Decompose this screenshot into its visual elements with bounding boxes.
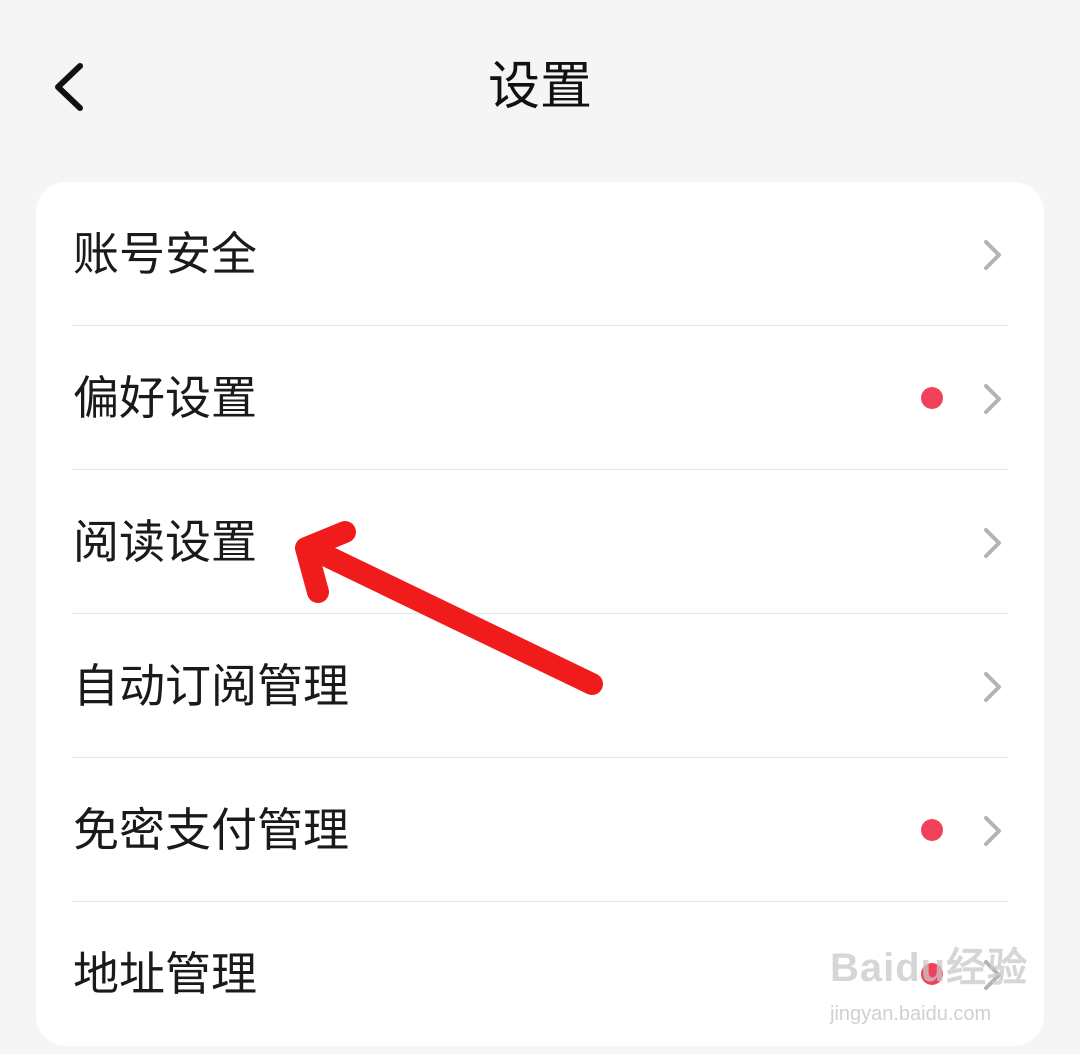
settings-item-label: 账号安全 <box>73 227 257 281</box>
settings-item-auto-subscribe[interactable]: 自动订阅管理 <box>36 614 1044 758</box>
chevron-right-icon <box>984 672 1001 702</box>
settings-item-label: 免密支付管理 <box>73 803 349 857</box>
settings-item-password-free-payment[interactable]: 免密支付管理 <box>36 758 1044 902</box>
chevron-right-icon <box>984 960 1001 990</box>
settings-list: 账号安全 偏好设置 阅读设置 自动订阅管理 免密支付管理 地址管理 <box>36 182 1044 1046</box>
settings-item-label: 地址管理 <box>73 947 257 1001</box>
chevron-right-icon <box>984 816 1001 846</box>
settings-item-preferences[interactable]: 偏好设置 <box>36 326 1044 470</box>
header: 设置 <box>0 0 1080 175</box>
notification-dot <box>921 963 943 985</box>
settings-item-address[interactable]: 地址管理 <box>36 902 1044 1046</box>
settings-item-label: 自动订阅管理 <box>73 659 349 713</box>
chevron-right-icon <box>984 528 1001 558</box>
settings-screen: 设置 账号安全 偏好设置 阅读设置 自动订阅管理 免密支付管理 地址管理 Bai… <box>0 0 1080 1054</box>
settings-item-label: 偏好设置 <box>73 371 257 425</box>
notification-dot <box>921 387 943 409</box>
settings-item-label: 阅读设置 <box>73 515 257 569</box>
chevron-right-icon <box>984 240 1001 270</box>
notification-dot <box>921 819 943 841</box>
settings-item-reading[interactable]: 阅读设置 <box>36 470 1044 614</box>
page-title: 设置 <box>487 57 592 117</box>
chevron-right-icon <box>984 384 1001 414</box>
settings-item-account-security[interactable]: 账号安全 <box>36 182 1044 326</box>
